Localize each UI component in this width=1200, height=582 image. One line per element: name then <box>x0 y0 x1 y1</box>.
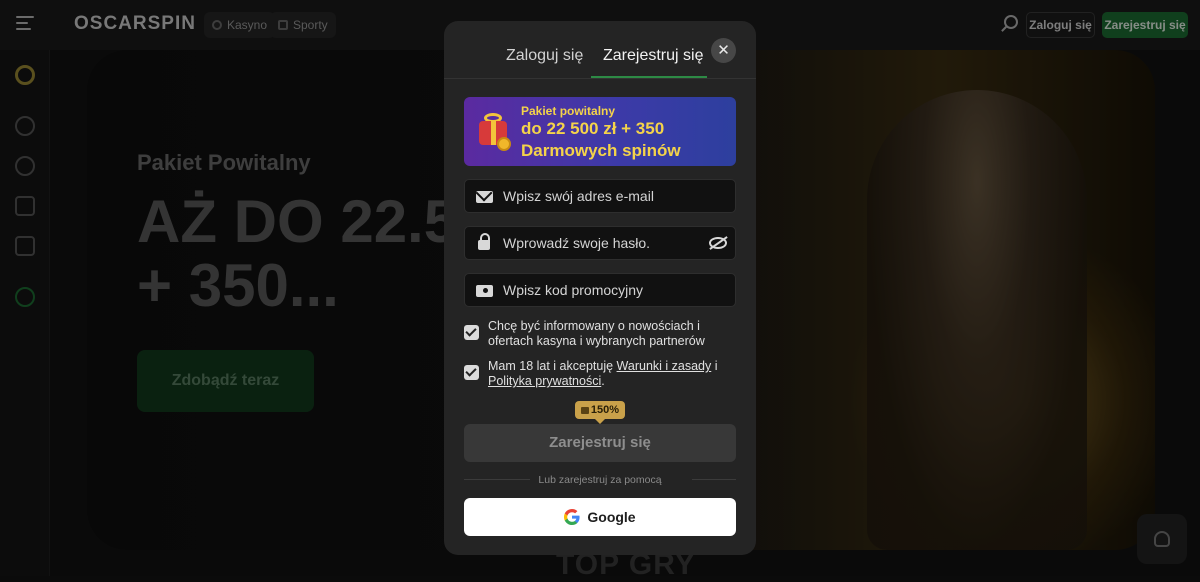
google-icon <box>564 509 580 525</box>
tab-register[interactable]: Zarejestruj się <box>603 47 703 65</box>
bonus-badge-label: 150% <box>590 404 620 416</box>
promo-amount-line1: do 22 500 zł + 350 <box>521 119 665 138</box>
lock-icon <box>478 233 490 250</box>
promo-code-input[interactable] <box>503 274 703 306</box>
active-tab-indicator <box>591 76 707 78</box>
google-signup-button[interactable]: Google <box>464 498 736 536</box>
bonus-badge: 150% <box>575 401 625 424</box>
password-input[interactable] <box>503 227 703 259</box>
auth-tabs: Zaloguj się Zarejestruj się <box>444 21 756 79</box>
promo-code-field <box>464 273 736 307</box>
promo-amount-line2: Darmowych spinów <box>521 141 681 160</box>
promo-amount: do 22 500 zł + 350 Darmowych spinów <box>521 118 731 162</box>
small-gift-icon <box>580 407 589 414</box>
promo-label: Pakiet powitalny <box>521 104 616 118</box>
eye-off-icon[interactable] <box>709 236 728 250</box>
register-submit-button[interactable]: Zarejestruj się <box>464 424 736 462</box>
terms-link[interactable]: Warunki i zasady <box>617 359 712 373</box>
divider-text: Lub zarejestruj za pomocą <box>538 474 662 486</box>
close-button[interactable]: ✕ <box>711 38 736 63</box>
auth-modal: Zaloguj się Zarejestruj się ✕ Pakiet pow… <box>444 21 756 555</box>
terms-checkbox[interactable] <box>464 365 479 380</box>
terms-suffix: . <box>601 374 605 388</box>
marketing-consent-text: Chcę być informowany o nowościach i ofer… <box>488 319 705 348</box>
google-label: Google <box>587 509 636 525</box>
email-input[interactable] <box>503 180 703 212</box>
email-field <box>464 179 736 213</box>
gift-icon <box>473 107 513 151</box>
terms-middle: i <box>711 359 718 373</box>
privacy-link[interactable]: Polityka prywatności <box>488 374 601 388</box>
terms-prefix: Mam 18 lat i akceptuję <box>488 359 617 373</box>
tab-login[interactable]: Zaloguj się <box>506 47 583 65</box>
mail-icon <box>476 191 493 203</box>
ticket-icon <box>476 285 493 297</box>
password-field <box>464 226 736 260</box>
welcome-package-banner: Pakiet powitalny do 22 500 zł + 350 Darm… <box>464 97 736 166</box>
marketing-checkbox[interactable] <box>464 325 479 340</box>
terms-consent-text: Mam 18 lat i akceptuję Warunki i zasady … <box>488 359 734 389</box>
